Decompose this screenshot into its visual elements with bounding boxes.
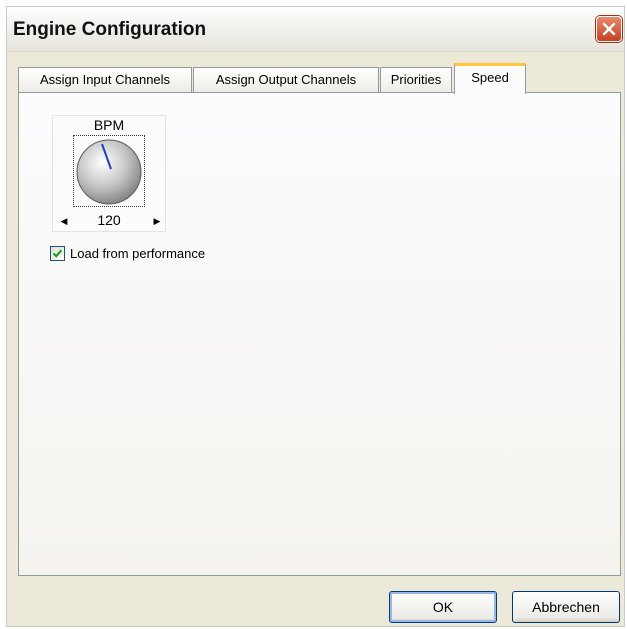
bpm-value: 120 xyxy=(97,212,121,228)
cancel-button[interactable]: Abbrechen xyxy=(512,591,620,623)
tab-assign-input-channels[interactable]: Assign Input Channels xyxy=(18,67,192,93)
speed-tab-panel: BPM ◀ 120 ▶ Load from performance xyxy=(18,92,621,576)
dial-knob-icon xyxy=(76,139,142,205)
ok-button[interactable]: OK xyxy=(389,591,497,623)
tab-assign-output-channels[interactable]: Assign Output Channels xyxy=(193,67,379,93)
checkmark-icon xyxy=(52,249,63,258)
tab-priorities[interactable]: Priorities xyxy=(380,67,452,93)
dialog-window: Engine Configuration Assign Input Channe… xyxy=(6,6,625,627)
load-from-performance-label: Load from performance xyxy=(70,246,206,261)
increase-arrow-icon[interactable]: ▶ xyxy=(151,214,163,228)
close-x-icon xyxy=(602,22,616,36)
bpm-knob-control: BPM ◀ 120 ▶ xyxy=(52,115,166,232)
bpm-dial[interactable] xyxy=(73,135,145,207)
title-bar[interactable]: Engine Configuration xyxy=(7,7,624,52)
load-from-performance-checkbox[interactable] xyxy=(50,246,65,261)
close-button[interactable] xyxy=(596,16,622,42)
tab-speed[interactable]: Speed xyxy=(454,63,526,94)
window-title: Engine Configuration xyxy=(13,19,207,40)
bpm-label: BPM xyxy=(93,117,125,133)
